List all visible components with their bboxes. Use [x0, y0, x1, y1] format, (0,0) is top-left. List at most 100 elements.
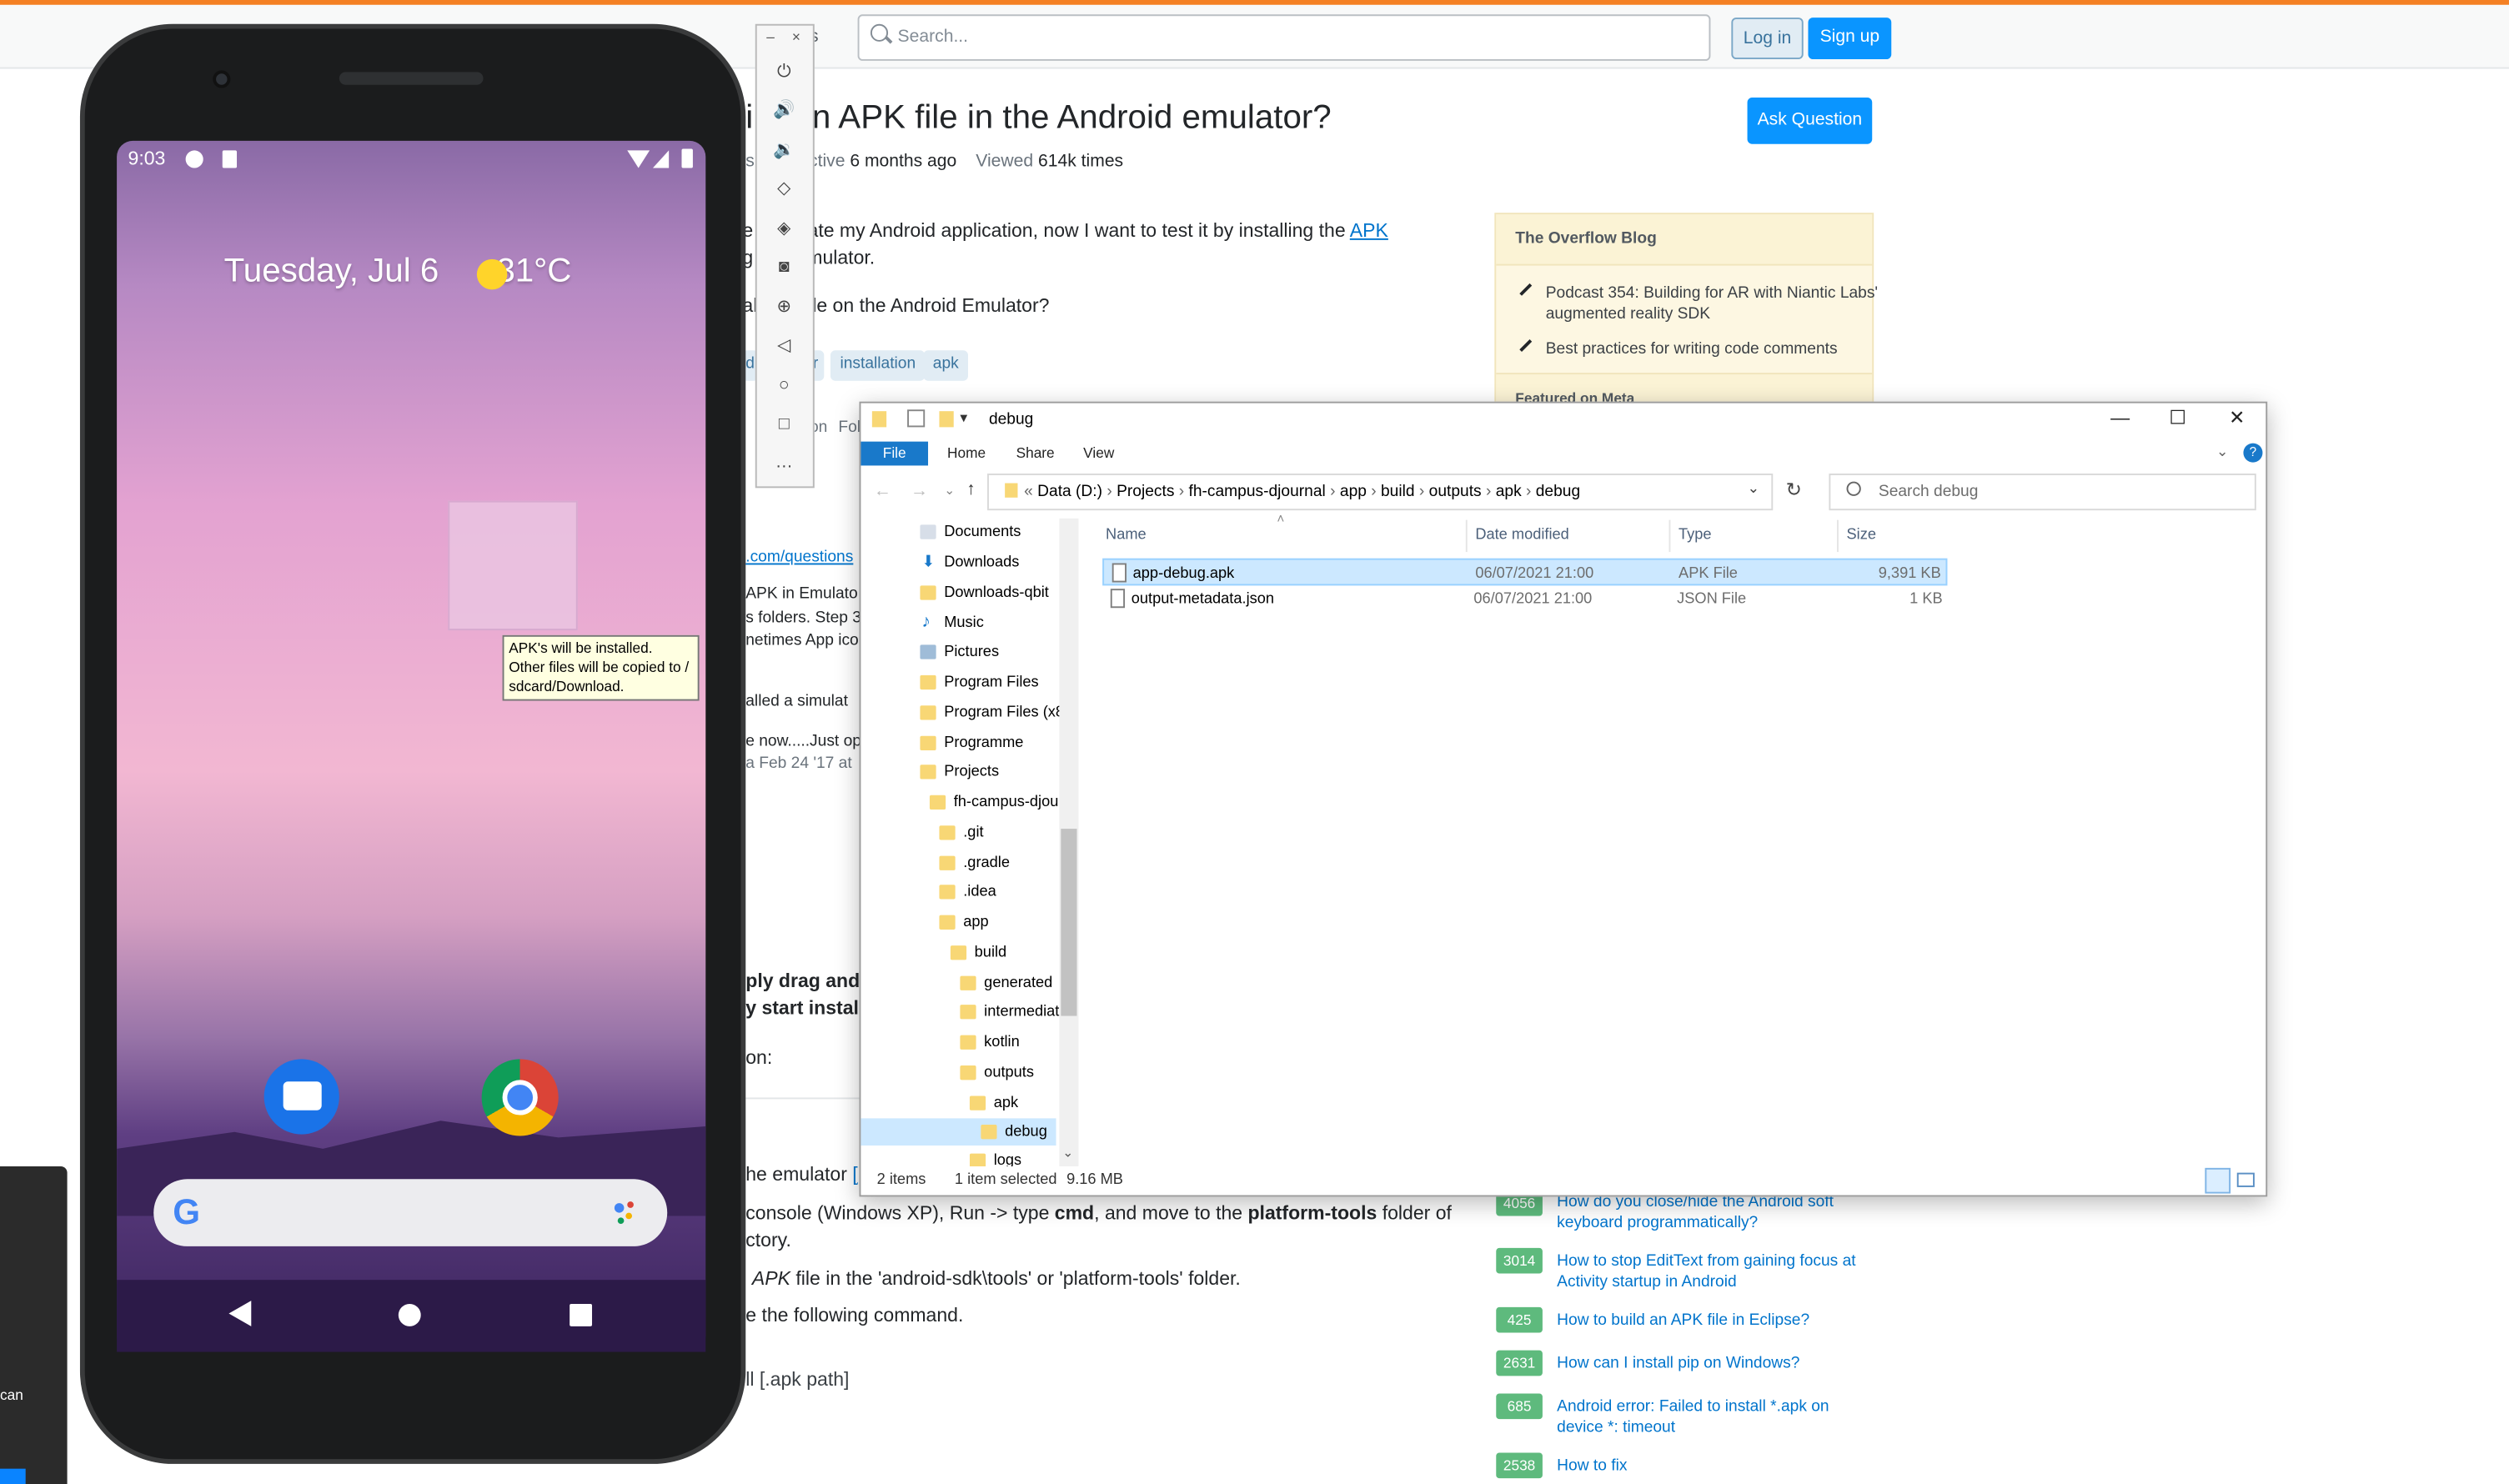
login-button[interactable]: Log in — [1731, 18, 1804, 60]
thumbnail-view-icon[interactable] — [2236, 1172, 2255, 1187]
column-divider[interactable] — [1465, 519, 1468, 553]
related-link[interactable]: How to build an APK file in Eclipse? — [1557, 1311, 1877, 1331]
home-icon[interactable] — [398, 1303, 421, 1326]
zoom-icon[interactable]: ⊕ — [768, 294, 800, 320]
properties-icon[interactable] — [907, 409, 926, 428]
related-link[interactable]: How can I install pip on Windows? — [1557, 1353, 1877, 1374]
column-date[interactable]: Date modified — [1475, 526, 1569, 544]
related-link[interactable]: Android error: Failed to install *.apk o… — [1557, 1396, 1877, 1438]
breadcrumb-item[interactable]: Data (D:) — [1037, 484, 1102, 501]
side-panel-button[interactable] — [0, 1468, 26, 1484]
apk-link[interactable]: APK — [1350, 219, 1388, 242]
column-divider[interactable] — [1668, 519, 1671, 553]
breadcrumb-item[interactable]: app — [1340, 484, 1367, 501]
column-name[interactable]: Name — [1106, 526, 1147, 544]
volume-up-icon[interactable]: 🔊 — [768, 98, 800, 123]
home-icon[interactable]: ○ — [768, 373, 800, 399]
forward-arrow-icon[interactable]: → — [911, 482, 928, 501]
nav-item-idea[interactable]: .idea — [939, 883, 996, 900]
qat-dropdown-icon[interactable]: ▾ — [960, 409, 967, 427]
breadcrumb-item[interactable]: Projects — [1117, 484, 1174, 501]
back-icon[interactable] — [228, 1301, 252, 1326]
back-arrow-icon[interactable]: ← — [874, 482, 891, 501]
nav-item-programme[interactable]: Programme — [920, 734, 1023, 752]
close-icon[interactable]: ✕ — [2221, 406, 2253, 432]
nav-item-projects[interactable]: Projects — [920, 763, 999, 780]
nav-item-gradle[interactable]: .gradle — [939, 855, 1010, 872]
google-search-bar[interactable] — [153, 1179, 668, 1246]
related-link[interactable]: How do you close/hide the Android soft k… — [1557, 1192, 1877, 1234]
nav-item-build[interactable]: build — [950, 944, 1006, 961]
nav-item-debug[interactable]: debug — [981, 1123, 1047, 1141]
follow-fragment[interactable]: on Fol — [810, 419, 861, 437]
so-search-input[interactable]: Search... — [857, 14, 1711, 61]
column-size[interactable]: Size — [1847, 526, 1876, 544]
breadcrumb-item[interactable]: apk — [1496, 484, 1522, 501]
nav-item-program-files-x86[interactable]: Program Files (x8 — [920, 704, 1064, 721]
up-arrow-icon[interactable]: ↑ — [966, 480, 976, 499]
minimize-icon[interactable]: – — [766, 29, 775, 45]
nav-item-documents[interactable]: Documents — [920, 524, 1021, 541]
volume-down-icon[interactable]: 🔉 — [768, 138, 800, 163]
scroll-down-icon[interactable]: ⌄ — [1062, 1146, 1073, 1160]
nav-item-outputs[interactable]: outputs — [960, 1064, 1034, 1081]
file-row[interactable]: app-debug.apk 06/07/2021 21:00 APK File … — [1102, 558, 1948, 586]
nav-item-intermediates[interactable]: intermediat — [960, 1003, 1059, 1020]
column-type[interactable]: Type — [1679, 526, 1712, 544]
nav-item-app[interactable]: app — [939, 914, 989, 931]
question-title[interactable]: i ll an APK file in the Android emulator? — [745, 99, 1331, 138]
nav-scrollbar-thumb[interactable] — [1061, 829, 1077, 1016]
explorer-search-input[interactable]: Search debug — [1829, 474, 2256, 511]
nav-item-pictures[interactable]: Pictures — [920, 643, 999, 661]
nav-item-downloads-qbit[interactable]: Downloads-qbit — [920, 584, 1049, 602]
nav-item-downloads[interactable]: ⬇ Downloads — [920, 554, 1019, 571]
nav-item-fh-campus[interactable]: fh-campus-djou — [929, 794, 1058, 811]
overview-icon[interactable] — [570, 1303, 593, 1326]
close-icon[interactable]: × — [792, 29, 800, 45]
nav-item-logs[interactable]: logs — [969, 1152, 1021, 1166]
nav-item-music[interactable]: ♪ Music — [920, 613, 983, 632]
related-link[interactable]: How to stop EditText from gaining focus … — [1557, 1251, 1877, 1293]
nav-item-git[interactable]: .git — [939, 824, 984, 841]
address-dropdown-icon[interactable]: ⌄ — [1748, 480, 1759, 498]
nav-item-apk[interactable]: apk — [969, 1095, 1018, 1112]
address-bar[interactable]: « Data (D:) › Projects › fh-campus-djour… — [987, 474, 1774, 511]
refresh-icon[interactable]: ↻ — [1786, 479, 1802, 501]
power-icon[interactable]: ⏻ — [768, 59, 800, 85]
breadcrumb-item[interactable]: fh-campus-djournal — [1189, 484, 1326, 501]
help-icon[interactable]: ? — [2243, 443, 2263, 463]
maximize-icon[interactable]: ☐ — [2162, 406, 2194, 432]
ribbon-tab-share[interactable]: Share — [1016, 444, 1055, 460]
breadcrumb-item[interactable]: outputs — [1429, 484, 1482, 501]
details-view-icon[interactable] — [2205, 1167, 2231, 1194]
blog-item[interactable]: Best practices for writing code comments — [1519, 339, 1885, 360]
ribbon-expand-icon[interactable]: ⌄ — [2216, 444, 2228, 461]
related-link[interactable]: How to fix — [1557, 1456, 1877, 1476]
nav-item-generated[interactable]: generated — [960, 975, 1052, 992]
file-row[interactable]: output-metadata.json 06/07/2021 21:00 JS… — [1102, 585, 1947, 613]
breadcrumb-item[interactable]: debug — [1536, 484, 1580, 501]
ribbon-tab-home[interactable]: Home — [947, 444, 986, 460]
rotate-right-icon[interactable]: ◈ — [768, 216, 800, 242]
tag-installation[interactable]: installation — [830, 350, 926, 381]
overview-icon[interactable]: □ — [768, 411, 800, 437]
assistant-icon[interactable] — [613, 1198, 635, 1227]
minimize-icon[interactable]: — — [2104, 406, 2135, 432]
ribbon-tab-file[interactable]: File — [861, 441, 929, 466]
camera-icon[interactable]: ◙ — [768, 254, 800, 280]
nav-item-kotlin[interactable]: kotlin — [960, 1034, 1020, 1051]
comment-link[interactable]: .com/questions — [745, 549, 853, 566]
back-icon[interactable]: ◁ — [768, 333, 800, 358]
more-icon[interactable]: … — [768, 449, 800, 475]
recent-dropdown-icon[interactable]: ⌄ — [944, 484, 955, 498]
column-divider[interactable] — [1837, 519, 1839, 553]
ribbon-tab-view[interactable]: View — [1083, 444, 1114, 460]
new-folder-icon[interactable] — [939, 411, 954, 428]
rotate-left-icon[interactable]: ◇ — [768, 176, 800, 202]
tag-apk[interactable]: apk — [923, 350, 969, 381]
ask-question-button[interactable]: Ask Question — [1747, 98, 1873, 144]
nav-item-program-files[interactable]: Program Files — [920, 674, 1039, 691]
signup-button[interactable]: Sign up — [1808, 18, 1892, 60]
breadcrumb-item[interactable]: build — [1381, 484, 1415, 501]
blog-item[interactable]: Podcast 354: Building for AR with Nianti… — [1519, 283, 1885, 325]
